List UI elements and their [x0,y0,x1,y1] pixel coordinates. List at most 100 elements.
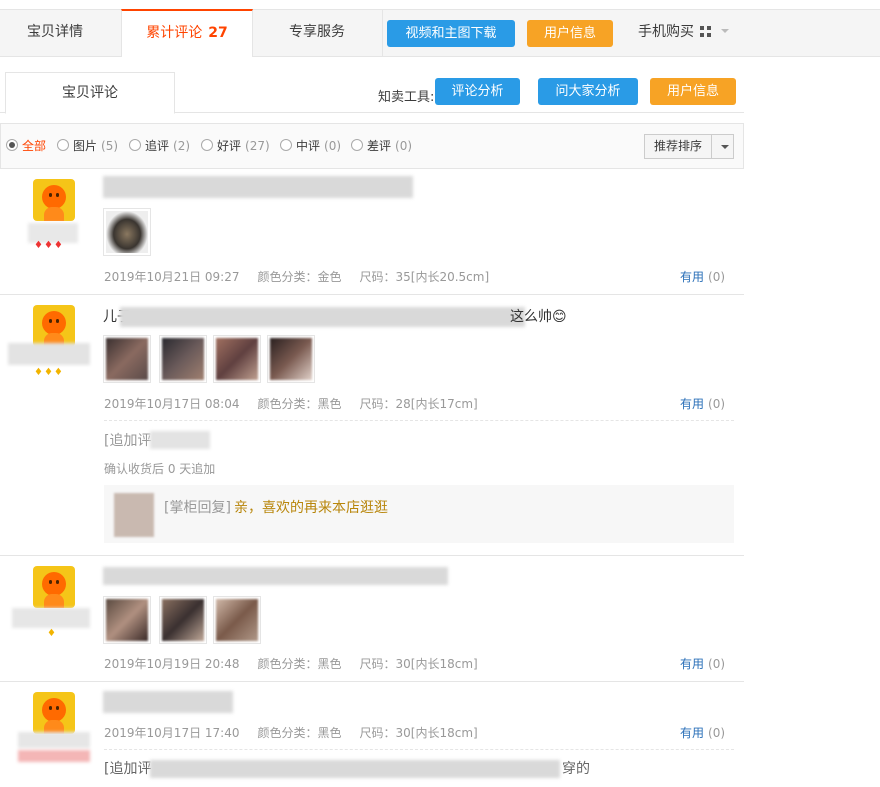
filter-count: (27) [245,139,270,153]
review-size: 尺码：28[内长17cm] [359,397,478,411]
review-item: 2019年10月17日 17:40 颜色分类：黑色 尺码：30[内长18cm] 有用… [0,682,744,787]
filter-followup[interactable]: 追评 (2) [129,124,190,168]
radio-icon [280,139,292,151]
review-color: 颜色分类：黑色 [257,657,342,671]
useful-label: 有用 [680,726,705,740]
review-image-thumb[interactable] [103,208,151,256]
review-size: 尺码：30[内长18cm] [359,657,478,671]
tab-reviews-label: 累计评论 [146,25,203,41]
seller-reply-tag: [掌柜回复] [164,500,231,516]
review-date: 2019年10月19日 20:48 [104,657,240,671]
avatar-icon [33,179,75,221]
useful-button[interactable]: 有用 (0) [680,268,725,285]
avatar-icon [33,692,75,734]
sort-dropdown[interactable]: 推荐排序 [644,134,734,159]
append-delivery-note: 确认收货后 0 天追加 [104,462,216,476]
review-date: 2019年10月21日 09:27 [104,270,240,284]
radio-icon [6,139,18,151]
filter-label: 图片 [73,139,98,153]
filter-label: 全部 [22,139,47,153]
review-image-thumb[interactable] [213,596,261,644]
filter-positive[interactable]: 好评 (27) [201,124,270,168]
sub-tab-bar: 宝贝评论 知卖工具: 评论分析 问大家分析 用户信息 [0,72,744,114]
seller-reply: [掌柜回复] 亲，喜欢的再来本店逛逛 [104,485,734,543]
useful-count: (0) [708,726,726,740]
review-color: 颜色分类：金色 [257,270,342,284]
blurred-review-text [120,307,525,327]
review-image-thumb[interactable] [103,335,151,383]
filter-label: 中评 [296,139,321,153]
chevron-down-icon [721,29,729,33]
review-text-end: 这么帅😊 [510,309,567,325]
filter-count: (2) [173,139,191,153]
review-item: ♦ 2019年10月19日 20:48 颜色分类：黑色 尺码：30[内长18cm] … [0,556,744,682]
review-analysis-button[interactable]: 评论分析 [435,78,520,105]
qa-analysis-button[interactable]: 问大家分析 [538,78,638,105]
blurred-rank [18,750,90,762]
mobile-buy-link[interactable]: 手机购买 [638,10,729,56]
user-info-button[interactable]: 用户信息 [650,78,736,105]
review-date: 2019年10月17日 17:40 [104,726,240,740]
top-tab-bar: 宝贝详情 累计评论 27 专享服务 视频和主图下载 用户信息 手机购买 [0,9,880,57]
review-meta: 2019年10月21日 09:27 颜色分类：金色 尺码：35[内长20.5cm] [104,268,489,285]
tab-product-reviews[interactable]: 宝贝评论 [5,72,175,114]
review-image-thumb[interactable] [159,596,207,644]
review-image-thumb[interactable] [213,335,261,383]
useful-button[interactable]: 有用 (0) [680,655,725,672]
review-size: 尺码：30[内长18cm] [359,726,478,740]
tab-reviews-count: 27 [208,25,228,41]
filter-count: (5) [101,139,119,153]
radio-icon [201,139,213,151]
blurred-append-text [150,431,210,449]
review-color: 颜色分类：黑色 [257,397,342,411]
filter-negative[interactable]: 差评 (0) [351,124,412,168]
append-label: [追加评 [104,433,152,449]
review-filter-bar: 全部 图片 (5) 追评 (2) 好评 (27) 中评 (0) 差评 (0) 推荐排序 [0,123,744,169]
filter-count: (0) [395,139,413,153]
mobile-buy-label: 手机购买 [638,24,694,40]
review-meta: 2019年10月19日 20:48 颜色分类：黑色 尺码：30[内长18cm] [104,655,478,672]
filter-images[interactable]: 图片 (5) [57,124,118,168]
useful-button[interactable]: 有用 (0) [680,395,725,412]
filter-label: 差评 [367,139,392,153]
review-item: ♦♦♦ 2019年10月21日 09:27 颜色分类：金色 尺码：35[内长20.5… [0,168,744,295]
avatar-icon [33,305,75,347]
useful-count: (0) [708,657,726,671]
append-text-end: 穿的 [562,761,590,777]
review-meta: 2019年10月17日 17:40 颜色分类：黑色 尺码：30[内长18cm] [104,724,478,741]
qr-code-icon [700,26,711,37]
blurred-username [12,608,90,628]
review-color: 颜色分类：黑色 [257,726,342,740]
tab-item-details[interactable]: 宝贝详情 [0,10,110,56]
review-item: ♦♦♦ 儿子 这么帅😊 2019年10月17日 08:04 颜色分类：黑色 尺码：2… [0,295,744,556]
blurred-review-text [103,176,413,198]
review-date: 2019年10月17日 08:04 [104,397,240,411]
rank-gem-icon: ♦♦♦ [34,367,64,378]
radio-icon [129,139,141,151]
chevron-down-icon [721,145,729,149]
seller-reply-message: 亲，喜欢的再来本店逛逛 [234,500,388,516]
review-image-thumb[interactable] [267,335,315,383]
tab-reviews[interactable]: 累计评论 27 [121,9,253,57]
radio-icon [351,139,363,151]
radio-icon [57,139,69,151]
useful-label: 有用 [680,657,705,671]
user-info-button-top[interactable]: 用户信息 [527,20,613,47]
useful-count: (0) [708,270,726,284]
filter-count: (0) [324,139,342,153]
filter-neutral[interactable]: 中评 (0) [280,124,341,168]
blurred-append-text [150,760,560,778]
video-download-button[interactable]: 视频和主图下载 [387,20,515,47]
tab-service[interactable]: 专享服务 [252,10,383,56]
blurred-review-text [103,691,233,713]
useful-count: (0) [708,397,726,411]
seller-avatar [114,493,154,537]
divider [104,420,734,421]
filter-all[interactable]: 全部 [6,124,46,168]
avatar-icon [33,566,75,608]
review-image-thumb[interactable] [103,596,151,644]
rank-gem-icon: ♦♦♦ [34,240,64,251]
review-image-thumb[interactable] [159,335,207,383]
blurred-username [8,343,90,365]
useful-button[interactable]: 有用 (0) [680,724,725,741]
